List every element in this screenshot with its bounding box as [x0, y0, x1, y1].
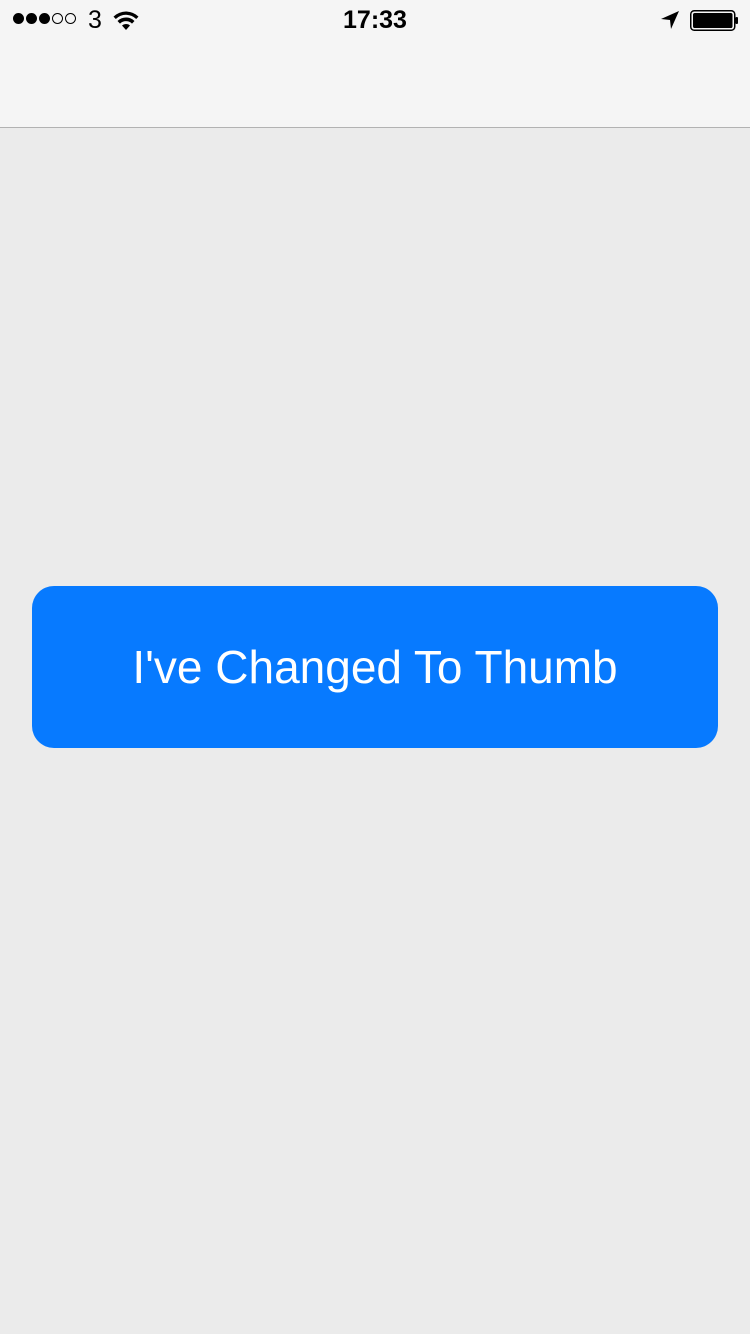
location-arrow-icon [661, 11, 679, 29]
status-bar: 3 17:33 [0, 0, 750, 40]
change-to-thumb-button[interactable]: I've Changed To Thumb [32, 586, 718, 748]
battery-icon [690, 10, 738, 31]
navigation-bar: 3 17:33 [0, 0, 750, 128]
status-time: 17:33 [343, 6, 407, 34]
app-screen: 3 17:33 I've Changed To Thumb [0, 0, 750, 1334]
